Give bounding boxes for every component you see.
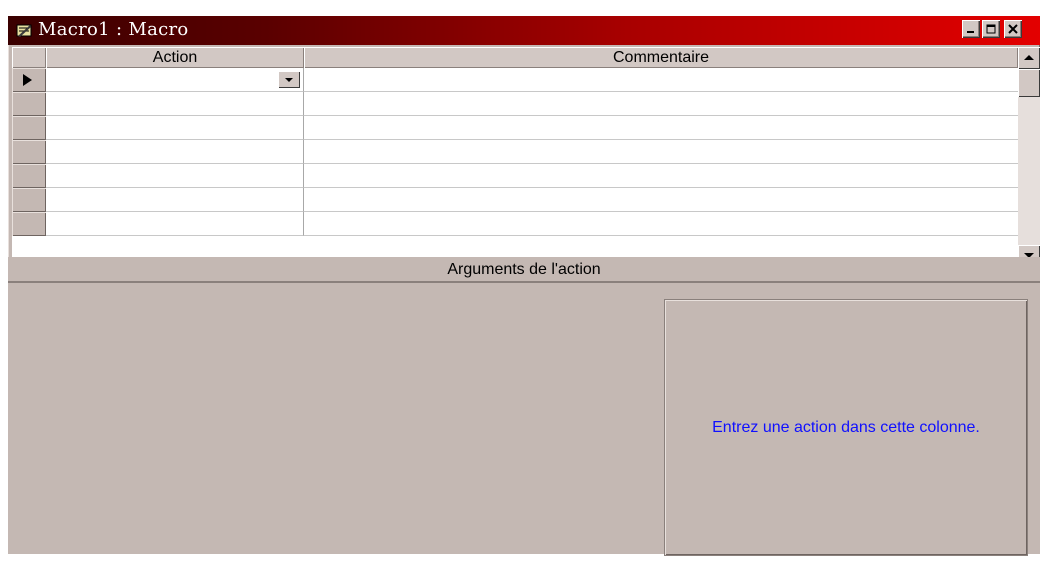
row-selector[interactable] — [12, 164, 46, 188]
action-cell[interactable] — [46, 212, 304, 236]
comment-cell[interactable] — [304, 164, 1018, 188]
row-selector[interactable] — [12, 212, 46, 236]
macro-grid: Action Commentaire — [12, 47, 1018, 267]
comment-cell[interactable] — [304, 116, 1018, 140]
maximize-button[interactable] — [982, 20, 1000, 38]
row-selector[interactable] — [12, 116, 46, 140]
action-cell[interactable] — [46, 188, 304, 212]
comment-column-header[interactable]: Commentaire — [304, 47, 1018, 68]
close-icon — [1008, 24, 1018, 34]
macro-icon — [16, 24, 32, 37]
table-row[interactable] — [12, 92, 1018, 116]
row-selector-header[interactable] — [12, 47, 46, 68]
comment-cell[interactable] — [304, 68, 1018, 92]
minimize-icon — [967, 31, 974, 33]
table-row[interactable] — [12, 116, 1018, 140]
action-arguments-header: Arguments de l'action — [8, 257, 1040, 283]
comment-cell[interactable] — [304, 140, 1018, 164]
minimize-button[interactable] — [962, 20, 980, 38]
row-selector[interactable] — [12, 68, 46, 92]
comment-cell[interactable] — [304, 188, 1018, 212]
action-cell[interactable] — [46, 116, 304, 140]
action-cell[interactable] — [46, 140, 304, 164]
table-row[interactable] — [12, 188, 1018, 212]
action-cell[interactable] — [46, 164, 304, 188]
help-text: Entrez une action dans cette colonne. — [712, 418, 980, 436]
table-row[interactable] — [12, 140, 1018, 164]
table-row[interactable] — [12, 164, 1018, 188]
action-cell[interactable] — [46, 68, 304, 92]
window-title: Macro1 : Macro — [38, 19, 189, 40]
action-cell[interactable] — [46, 92, 304, 116]
current-row-pointer-icon — [23, 74, 32, 86]
row-selector[interactable] — [12, 140, 46, 164]
action-dropdown-button[interactable] — [278, 71, 300, 88]
scroll-up-button[interactable] — [1018, 47, 1040, 69]
scroll-thumb[interactable] — [1018, 69, 1040, 97]
comment-cell[interactable] — [304, 212, 1018, 236]
help-panel: Entrez une action dans cette colonne. — [664, 299, 1028, 556]
row-selector[interactable] — [12, 188, 46, 212]
close-button[interactable] — [1004, 20, 1022, 38]
row-selector[interactable] — [12, 92, 46, 116]
table-row[interactable] — [12, 68, 1018, 92]
action-column-header[interactable]: Action — [46, 47, 304, 68]
comment-cell[interactable] — [304, 92, 1018, 116]
vertical-scrollbar[interactable] — [1018, 47, 1040, 267]
action-arguments-panel: Entrez une action dans cette colonne. — [8, 283, 1040, 556]
table-row[interactable] — [12, 212, 1018, 236]
macro-window: Macro1 : Macro Action Commentaire Argume… — [8, 16, 1040, 556]
title-bar[interactable]: Macro1 : Macro — [8, 16, 1040, 45]
maximize-icon — [986, 24, 996, 34]
